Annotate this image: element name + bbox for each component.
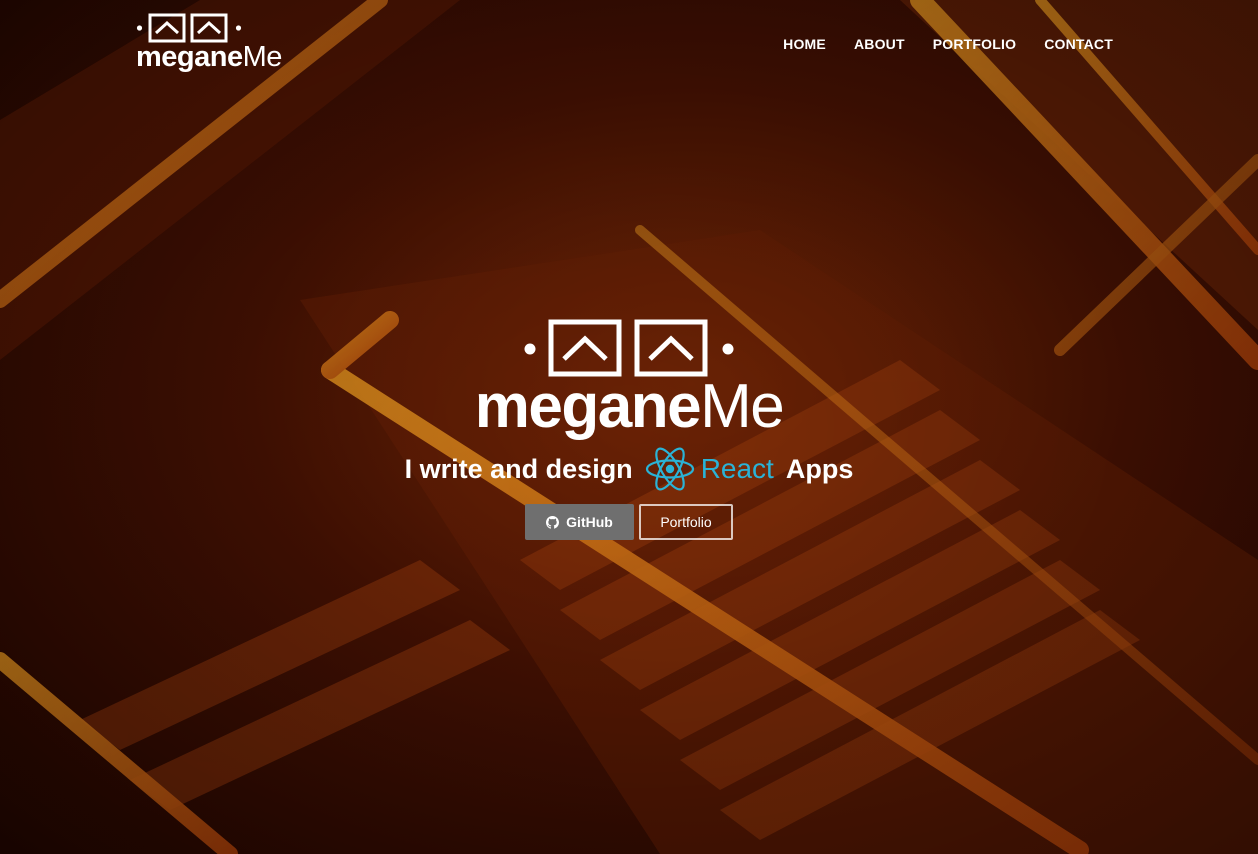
hero-tagline: I write and design React Apps [0, 444, 1258, 494]
hero-title: meganeMe [474, 372, 785, 441]
nav-home[interactable]: HOME [783, 36, 826, 52]
navbar: meganeMe HOME ABOUT PORTFOLIO CONTACT [0, 0, 1258, 80]
main-nav: HOME ABOUT PORTFOLIO CONTACT [783, 36, 1113, 52]
github-button-label: GitHub [566, 514, 613, 530]
tagline-after: Apps [785, 453, 854, 484]
react-word: React [700, 453, 774, 484]
hero-section: meganeMe HOME ABOUT PORTFOLIO CONTACT me… [0, 0, 1258, 854]
react-logo: React [645, 447, 774, 491]
github-icon [546, 515, 560, 529]
brand-name: meganeMe [136, 41, 282, 73]
portfolio-button-label: Portfolio [660, 514, 712, 530]
hero-logo: meganeMe [474, 318, 785, 441]
nav-portfolio[interactable]: PORTFOLIO [933, 36, 1016, 52]
hero-buttons: GitHub Portfolio [0, 504, 1258, 540]
hero-content: meganeMe I write and design React Apps G… [0, 318, 1258, 540]
nav-about[interactable]: ABOUT [854, 36, 905, 52]
brand-logo-link[interactable]: meganeMe [136, 12, 282, 72]
react-atom-icon [645, 447, 694, 491]
glasses-icon [524, 319, 734, 377]
tagline-before: I write and design [404, 453, 633, 484]
nav-contact[interactable]: CONTACT [1044, 36, 1113, 52]
glasses-icon [136, 13, 242, 43]
github-button[interactable]: GitHub [525, 504, 634, 540]
portfolio-button[interactable]: Portfolio [639, 504, 733, 540]
